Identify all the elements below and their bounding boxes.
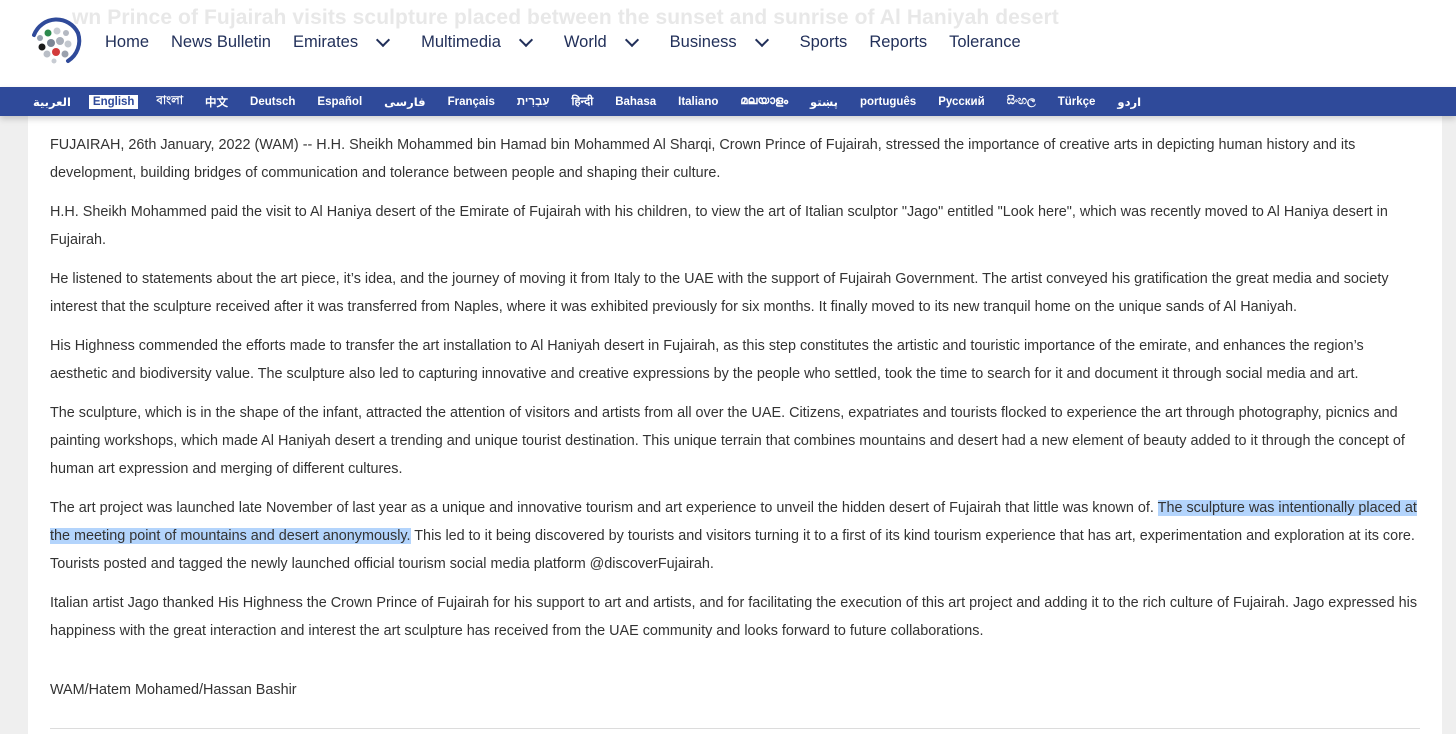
nav-news-bulletin-label: News Bulletin	[171, 32, 271, 51]
lang-portuguese[interactable]: português	[860, 95, 916, 109]
ghost-article-title: wn Prince of Fujairah visits sculpture p…	[72, 6, 1059, 29]
article-paragraph-3: He listened to statements about the art …	[50, 271, 1389, 315]
article-paragraph-4: His Highness commended the efforts made …	[50, 338, 1364, 382]
nav-sports-label: Sports	[799, 32, 848, 51]
footer-divider	[50, 728, 1420, 729]
nav-emirates-label: Emirates	[292, 32, 359, 51]
nav-emirates[interactable]: Emirates	[292, 32, 391, 52]
lang-urdu[interactable]: اردو	[1117, 94, 1141, 110]
paragraph-6-text-before: The art project was launched late Novemb…	[50, 500, 1158, 516]
lang-spanish[interactable]: Español	[317, 95, 362, 109]
lang-hebrew[interactable]: עִבְרִית	[517, 95, 550, 109]
lang-french[interactable]: Français	[448, 95, 495, 109]
lang-german[interactable]: Deutsch	[250, 95, 295, 109]
article-paragraph-7: Italian artist Jago thanked His Highness…	[50, 595, 1418, 639]
article-paragraph-2: H.H. Sheikh Mohammed paid the visit to A…	[50, 204, 1388, 248]
main-navigation: Home News Bulletin Emirates Multimedia W…	[94, 31, 1032, 53]
nav-world-label: World	[563, 32, 607, 51]
article-credit: WAM/Hatem Mohamed/Hassan Bashir	[50, 682, 297, 698]
lang-arabic[interactable]: العربية	[33, 94, 71, 110]
nav-reports-label: Reports	[869, 32, 928, 51]
nav-sports[interactable]: Sports	[800, 33, 848, 52]
article-paragraph-5: The sculpture, which is in the shape of …	[50, 405, 1405, 477]
article-paragraph-6: The art project was launched late Novemb…	[50, 494, 1422, 578]
nav-home[interactable]: Home	[105, 33, 149, 52]
lang-pashto[interactable]: پښتو	[810, 94, 838, 110]
site-header: wn Prince of Fujairah visits sculpture p…	[0, 0, 1456, 88]
nav-multimedia-label: Multimedia	[421, 32, 501, 51]
nav-business[interactable]: Business	[669, 32, 769, 52]
lang-english[interactable]: English	[88, 94, 139, 109]
nav-multimedia[interactable]: Multimedia	[421, 32, 533, 52]
lang-bahasa[interactable]: Bahasa	[615, 95, 656, 109]
lang-russian[interactable]: Русский	[938, 95, 984, 109]
lang-persian[interactable]: فارسی	[384, 94, 425, 110]
lang-chinese[interactable]: 中文	[205, 93, 228, 111]
lang-turkish[interactable]: Türkçe	[1058, 95, 1096, 109]
article-paragraph-1: FUJAIRAH, 26th January, 2022 (WAM) -- H.…	[50, 137, 1356, 181]
nav-business-label: Business	[669, 32, 737, 51]
language-bar: العربية English বাংলা 中文 Deutsch Español…	[0, 87, 1456, 116]
lang-sinhala[interactable]: සිංහල	[1007, 94, 1036, 109]
nav-home-label: Home	[105, 32, 150, 51]
nav-tolerance[interactable]: Tolerance	[949, 33, 1021, 52]
chevron-down-icon[interactable]	[754, 32, 769, 48]
lang-hindi[interactable]: हिन्दी	[571, 93, 593, 110]
nav-world[interactable]: World	[563, 32, 639, 52]
nav-tolerance-label: Tolerance	[949, 32, 1021, 51]
article-body: FUJAIRAH, 26th January, 2022 (WAM) -- H.…	[50, 131, 1422, 715]
chevron-down-icon[interactable]	[376, 32, 391, 48]
wam-logo-icon[interactable]	[28, 13, 84, 69]
nav-news-bulletin[interactable]: News Bulletin	[171, 33, 271, 52]
chevron-down-icon[interactable]	[518, 32, 533, 48]
lang-italian[interactable]: Italiano	[678, 95, 718, 109]
chevron-down-icon[interactable]	[624, 32, 639, 48]
nav-reports[interactable]: Reports	[869, 33, 927, 52]
lang-malayalam[interactable]: മലയാളം	[740, 94, 788, 109]
lang-bengali[interactable]: বাংলা	[156, 91, 183, 112]
